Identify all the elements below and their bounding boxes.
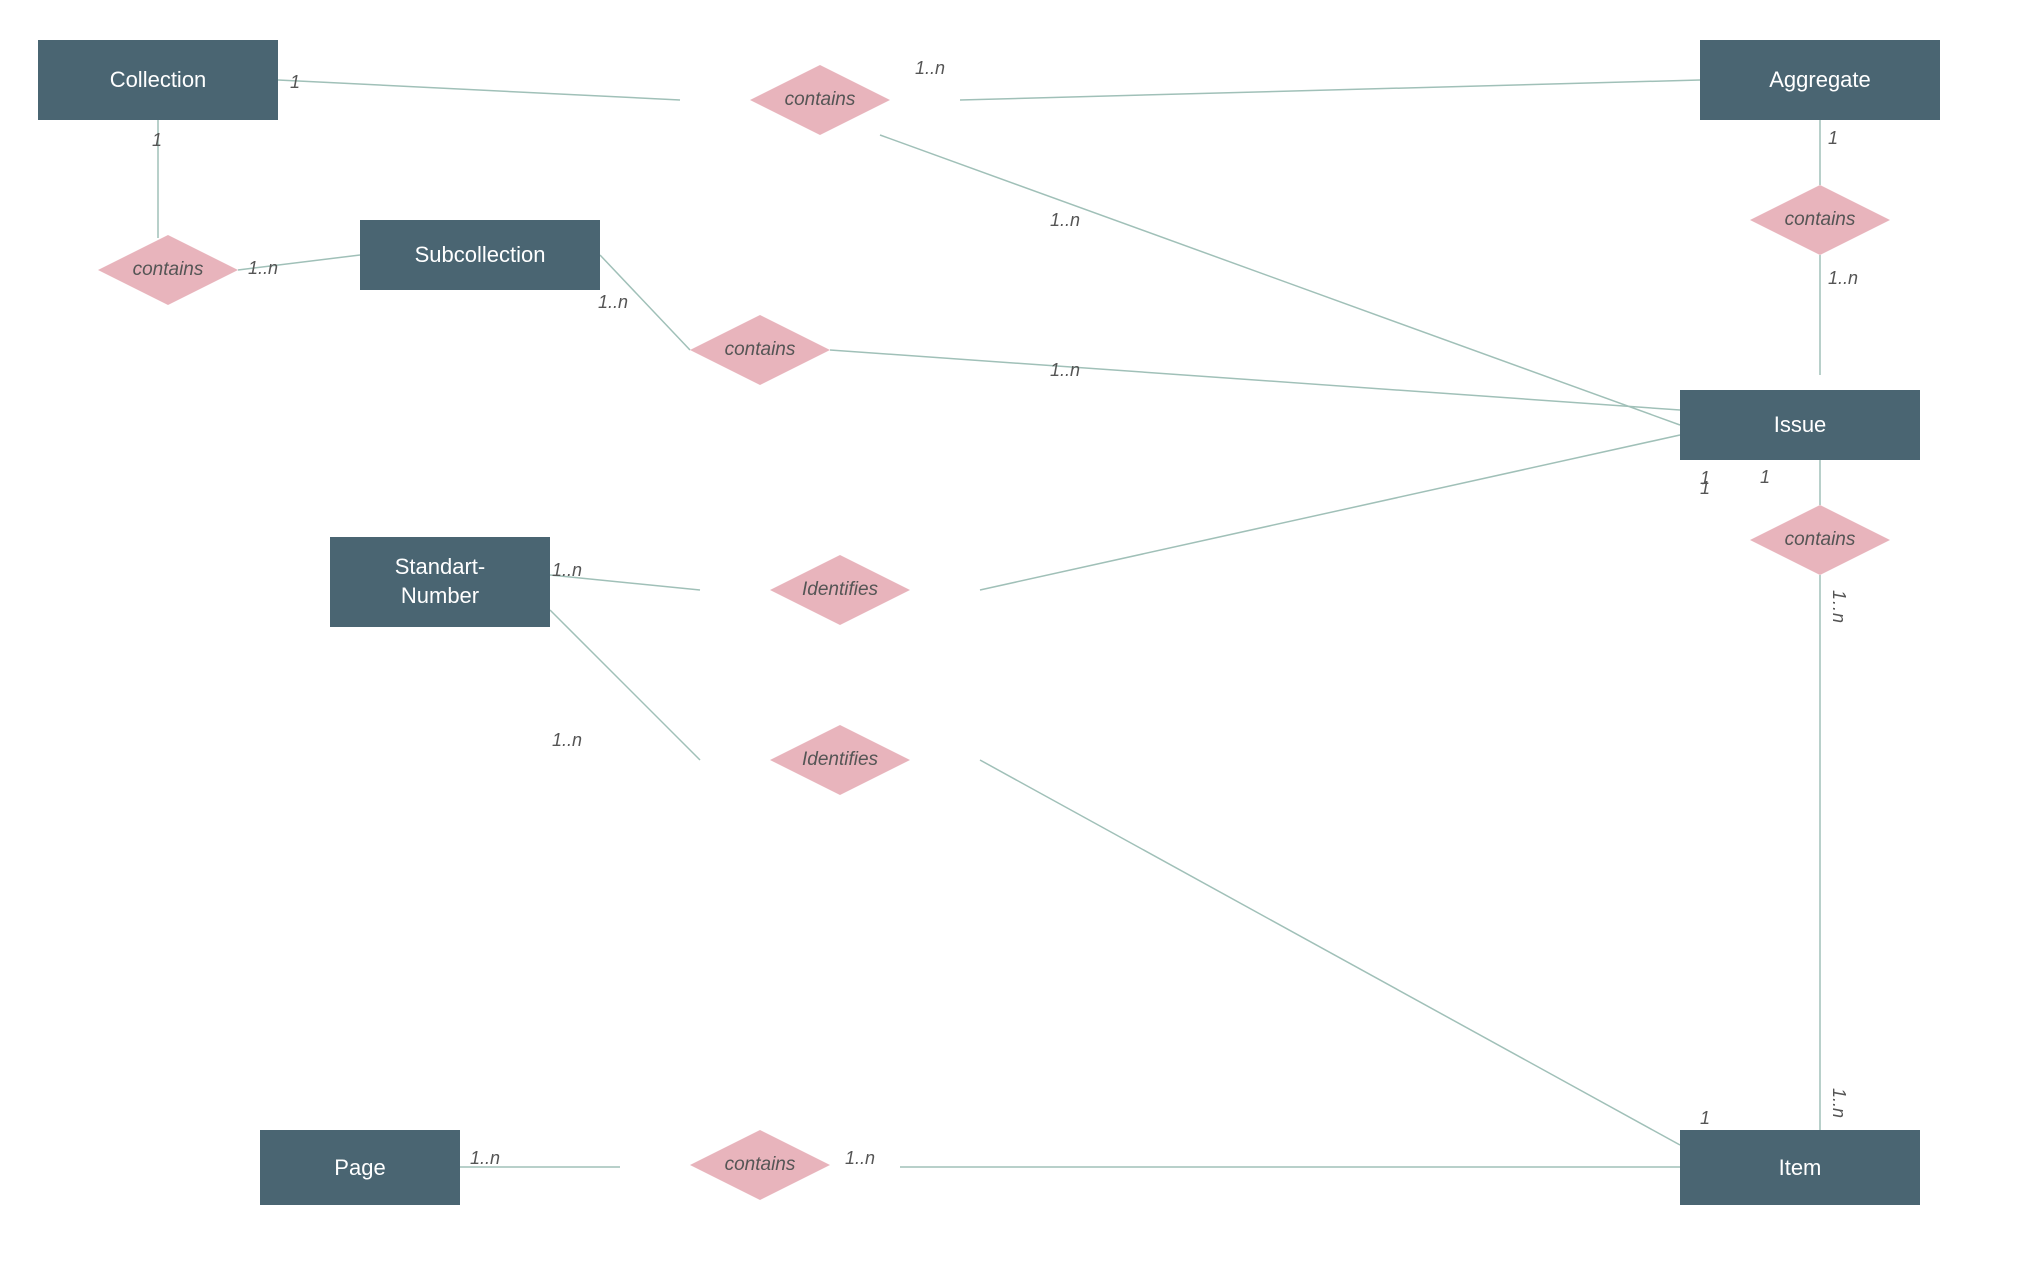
entity-subcollection: Subcollection: [360, 220, 600, 290]
card-contains-sub-right: 1..n: [248, 258, 278, 279]
card-ident-bot-item: 1: [1700, 1108, 1710, 1129]
entity-aggregate: Aggregate: [1700, 40, 1940, 120]
diamond-contains-sub: contains: [690, 315, 830, 385]
diamond-identifies-top: Identifies: [770, 555, 910, 625]
card-collection-contains: 1: [290, 72, 300, 93]
card-aggregate-down: 1: [1828, 128, 1838, 149]
card-page-contains: 1..n: [470, 1148, 500, 1169]
card-contains-item-label: 1..n: [1828, 1088, 1849, 1118]
card-contains-item: 1..n: [845, 1148, 875, 1169]
card-sub-contains-issue: 1..n: [1050, 360, 1080, 381]
card-issue-contains-1: 1: [1760, 467, 1770, 488]
card-issue-contains-item: 1..n: [1828, 590, 1849, 624]
card-agg-contains-issue: 1..n: [1828, 268, 1858, 289]
diamond-contains-page: contains: [690, 1130, 830, 1200]
entity-issue: Issue: [1680, 390, 1920, 460]
card-collection-down: 1: [152, 130, 162, 151]
entity-standart-number: Standart- Number: [330, 537, 550, 627]
connections-svg: [0, 0, 2034, 1284]
diamond-contains-top: contains: [750, 65, 890, 135]
card-sn-ident-top: 1..n: [552, 560, 582, 581]
card-ident-issue: 1: [1700, 478, 1710, 499]
diamond-contains-left: contains: [98, 235, 238, 305]
card-contains-aggregate: 1..n: [915, 58, 945, 79]
diamond-contains-agg: contains: [1750, 185, 1890, 255]
diamond-identifies-bot: Identifies: [770, 725, 910, 795]
card-contains-cross-issue: 1..n: [1050, 210, 1080, 231]
entity-collection: Collection: [38, 40, 278, 120]
card-sub-contains: 1..n: [598, 292, 628, 313]
diamond-contains-issue: contains: [1750, 505, 1890, 575]
er-diagram: Collection Aggregate Subcollection Issue…: [0, 0, 2034, 1284]
entity-page: Page: [260, 1130, 460, 1205]
entity-item: Item: [1680, 1130, 1920, 1205]
card-sn-ident-bot: 1..n: [552, 730, 582, 751]
